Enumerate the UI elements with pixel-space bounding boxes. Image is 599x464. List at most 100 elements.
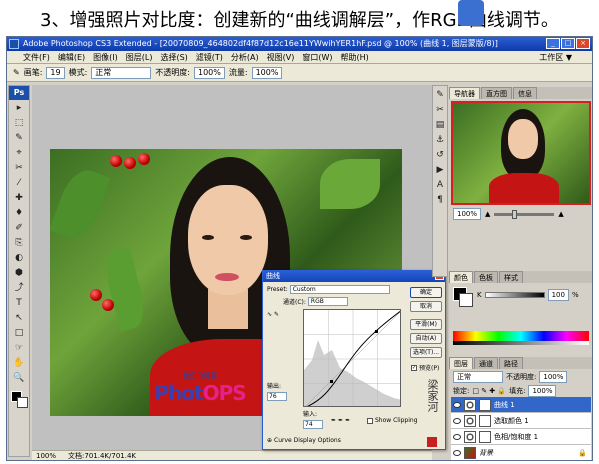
lock-icons[interactable]: □ ✎ ✚ 🔒 [472,387,506,395]
blend-mode-select[interactable]: 正常 [453,371,503,383]
brushes-panel-icon[interactable]: ✎ [434,89,446,101]
minimize-button[interactable]: _ [546,38,560,49]
magic-wand-tool[interactable]: ⌖ [11,147,27,160]
slice-tool[interactable]: ⁄ [11,177,27,190]
hand-tool[interactable]: ✋ [11,357,27,370]
channel-select[interactable]: RGB [307,297,348,306]
mask-thumbnail[interactable] [479,414,491,427]
white-eyedropper-icon[interactable]: ✒ [345,417,350,424]
lasso-tool[interactable]: ✎ [11,132,27,145]
menu-layer[interactable]: 图层(L) [126,52,153,63]
crop-tool[interactable]: ✂ [11,162,27,175]
grayscale-ramp[interactable] [453,341,589,345]
preview-checkbox[interactable]: ✓ [411,364,417,371]
menu-select[interactable]: 选择(S) [160,52,187,63]
navigator-zoom-thumb[interactable] [512,209,518,219]
layer-row-selective-color[interactable]: 选取颜色 1 [451,413,591,429]
visibility-eye-icon[interactable] [453,433,461,440]
brush-size-picker[interactable]: 19 [46,66,65,79]
zoom-tool[interactable]: 🔍 [11,372,27,385]
options-button[interactable]: 选项(T)... [410,347,442,358]
visibility-eye-icon[interactable] [453,417,461,424]
notes-tool[interactable]: ☞ [11,342,27,355]
opacity-input[interactable]: 100% [194,66,225,79]
layer-opacity-input[interactable]: 100% [539,371,568,383]
zoom-in-icon[interactable]: ▲ [558,210,563,218]
mask-thumbnail[interactable] [479,430,491,443]
move-tool[interactable]: ▸ [11,102,27,115]
mask-thumbnail[interactable] [479,398,491,411]
ok-button[interactable]: 确定 [410,287,442,298]
fill-input[interactable]: 100% [528,385,557,397]
menu-view[interactable]: 视图(V) [267,52,295,63]
navigator-zoom-slider[interactable] [494,209,555,219]
auto-button[interactable]: 自动(A) [410,333,442,344]
flow-input[interactable]: 100% [251,66,283,79]
layer-row-background[interactable]: 背景 🔒 [451,445,591,460]
layer-comps-icon[interactable]: ▤ [434,119,446,131]
history-brush-tool[interactable]: ⎘ [11,237,27,250]
zoom-out-icon[interactable]: ▲ [485,210,490,218]
visibility-eye-icon[interactable] [453,449,461,456]
color-spectrum[interactable] [453,331,589,341]
visibility-eye-icon[interactable] [453,401,461,408]
tab-styles[interactable]: 样式 [499,271,523,283]
black-eyedropper-icon[interactable]: ✒ [331,417,336,424]
layer-row-hue-saturation[interactable]: 色相/饱和度 1 [451,429,591,445]
curves-graph[interactable] [303,309,401,407]
color-swatches[interactable] [9,389,29,411]
show-clipping-checkbox[interactable] [367,417,373,424]
menu-help[interactable]: 帮助(H) [341,52,369,63]
cancel-button[interactable]: 取消 [410,301,442,312]
brush-tool-icon[interactable]: ✎ [13,68,20,77]
tab-navigator[interactable]: 导航器 [449,87,480,99]
marquee-tool[interactable]: ⬚ [11,117,27,130]
menu-filter[interactable]: 滤镜(T) [196,52,223,63]
workspace-menu[interactable]: 工作区 ▼ [539,51,572,64]
layer-row-curves[interactable]: 曲线 1 [451,397,591,413]
tab-histogram[interactable]: 直方图 [481,87,512,99]
k-channel-input[interactable]: 100 [547,289,569,301]
shape-tool[interactable]: □ [11,327,27,340]
zoom-level[interactable]: 100% [36,451,56,460]
curve-point-icon[interactable]: ∿ [267,311,272,318]
type-tool[interactable]: T [11,297,27,310]
menu-file[interactable]: 文件(F) [23,52,50,63]
tab-paths[interactable]: 路径 [499,357,523,369]
output-input[interactable]: 76 [267,392,287,401]
tab-channels[interactable]: 通道 [474,357,498,369]
clone-source-icon[interactable]: ⚓ [434,134,446,146]
actions-icon[interactable]: ▶ [434,164,446,176]
menu-analysis[interactable]: 分析(A) [231,52,259,63]
paragraph-icon[interactable]: ¶ [434,194,446,206]
menu-image[interactable]: 图像(I) [93,52,118,63]
expand-chevron-icon[interactable]: ⊕ [267,437,272,444]
menu-edit[interactable]: 编辑(E) [58,52,85,63]
brush-tool[interactable]: ♦ [11,207,27,220]
tab-layers[interactable]: 图层 [449,357,473,369]
tab-swatches[interactable]: 色板 [474,271,498,283]
tab-info[interactable]: 信息 [513,87,537,99]
close-button[interactable]: × [576,38,590,49]
stamp-tool[interactable]: ✐ [11,222,27,235]
curve-point[interactable] [375,330,378,333]
curve-point[interactable] [330,380,333,383]
navigator-preview[interactable] [451,101,591,205]
healing-tool[interactable]: ✚ [11,192,27,205]
path-select-tool[interactable]: ↖ [11,312,27,325]
gradient-tool[interactable]: ⬢ [11,267,27,280]
tab-color[interactable]: 颜色 [449,271,473,283]
preset-select[interactable]: Custom [289,285,390,294]
smooth-button[interactable]: 平滑(M) [410,319,442,330]
eraser-tool[interactable]: ◐ [11,252,27,265]
background-color[interactable] [17,397,28,408]
gray-eyedropper-icon[interactable]: ✒ [338,417,343,424]
curve-options-label[interactable]: Curve Display Options [274,437,341,444]
navigator-zoom-input[interactable]: 100% [453,208,482,220]
k-channel-slider[interactable] [484,292,545,298]
history-icon[interactable]: ↺ [434,149,446,161]
maximize-button[interactable]: □ [561,38,575,49]
pencil-icon[interactable]: ✎ [274,311,279,318]
dodge-tool[interactable]: ⤴ [11,282,27,295]
mode-select[interactable]: 正常 [91,66,152,79]
